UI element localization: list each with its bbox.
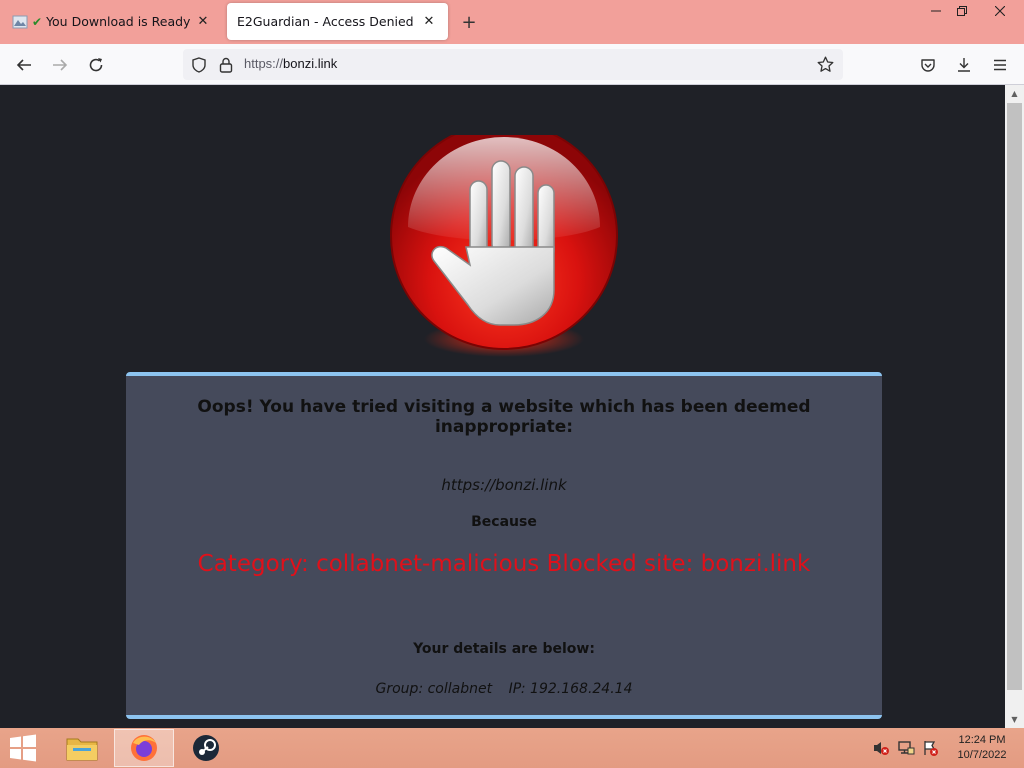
volume-muted-icon[interactable] [872, 739, 890, 757]
checkmark-icon: ✔ [32, 14, 43, 29]
scroll-up-arrow-icon[interactable]: ▲ [1005, 85, 1024, 102]
block-reason: Category: collabnet-malicious Blocked si… [197, 551, 811, 577]
clock-date: 10/7/2022 [957, 749, 1007, 761]
details-label: Your details are below: [413, 641, 595, 657]
network-icon[interactable] [897, 739, 915, 757]
tracking-protection-shield-icon[interactable] [191, 57, 207, 73]
hamburger-menu-icon [994, 59, 1006, 71]
reload-icon [89, 58, 103, 72]
vertical-scrollbar[interactable]: ▲ ▼ [1005, 85, 1024, 728]
tab-strip: ✔ You Download is Ready ✕ E2Guardian - A… [0, 0, 1024, 44]
page-headline: Oops! You have tried visiting a website … [197, 397, 811, 437]
windows-start-icon[interactable] [8, 734, 38, 762]
back-arrow-icon [16, 59, 31, 71]
url-text[interactable]: https://bonzi.link [244, 56, 337, 71]
tab-title: E2Guardian - Access Denied [237, 14, 414, 29]
clock-time: 12:24 PM [958, 734, 1006, 746]
address-bar[interactable]: https://bonzi.link [183, 49, 843, 80]
reload-button[interactable] [82, 51, 110, 79]
menu-button[interactable] [986, 51, 1014, 79]
tab-title: You Download is Ready [46, 14, 191, 29]
ip-info: IP: 192.168.24.14 [508, 681, 633, 697]
forward-arrow-icon [53, 59, 68, 71]
page-content: Oops! You have tried visiting a website … [0, 85, 1005, 728]
url-protocol: https:// [244, 56, 284, 71]
bookmark-star-icon[interactable] [817, 56, 834, 73]
action-center-flag-icon[interactable] [921, 739, 939, 757]
file-explorer-icon [66, 738, 98, 761]
close-tab-icon[interactable]: ✕ [194, 13, 212, 31]
forward-button[interactable] [46, 51, 74, 79]
user-details: Group: collabnet IP: 192.168.24.14 [126, 681, 882, 697]
taskbar: 12:24 PM 10/7/2022 [0, 728, 1024, 768]
because-label: Because [471, 514, 537, 530]
url-host: bonzi.link [283, 56, 338, 71]
tab-download[interactable]: ✔ You Download is Ready ✕ [2, 3, 222, 40]
steam-icon [193, 735, 219, 761]
scroll-down-arrow-icon[interactable]: ▼ [1005, 711, 1024, 728]
blocked-message-panel: Oops! You have tried visiting a website … [126, 372, 882, 719]
firefox-icon [131, 735, 157, 761]
scroll-thumb[interactable] [1007, 103, 1022, 690]
download-icon [958, 58, 970, 72]
restore-icon [957, 6, 967, 16]
tab-access-denied[interactable]: E2Guardian - Access Denied ✕ [227, 3, 448, 40]
group-info: Group: collabnet [375, 681, 493, 697]
site-favicon-icon [12, 15, 28, 28]
close-tab-icon[interactable]: ✕ [420, 13, 438, 31]
steam-taskbar-button[interactable] [176, 729, 236, 767]
minimize-icon [931, 10, 941, 12]
stop-hand-icon [390, 135, 618, 357]
pocket-button[interactable] [914, 51, 942, 79]
blocked-url: https://bonzi.link [441, 476, 567, 494]
file-explorer-button[interactable] [52, 729, 112, 767]
lock-icon[interactable] [219, 57, 233, 73]
close-icon [995, 6, 1005, 16]
close-window-button[interactable] [983, 0, 1017, 22]
firefox-taskbar-button[interactable] [114, 729, 174, 767]
downloads-button[interactable] [950, 51, 978, 79]
new-tab-button[interactable]: + [458, 11, 480, 33]
restore-button[interactable] [945, 0, 979, 22]
back-button[interactable] [10, 51, 38, 79]
pocket-icon [921, 59, 935, 72]
system-clock[interactable]: 12:24 PM 10/7/2022 [944, 733, 1020, 763]
navigation-toolbar: https://bonzi.link [0, 44, 1024, 85]
